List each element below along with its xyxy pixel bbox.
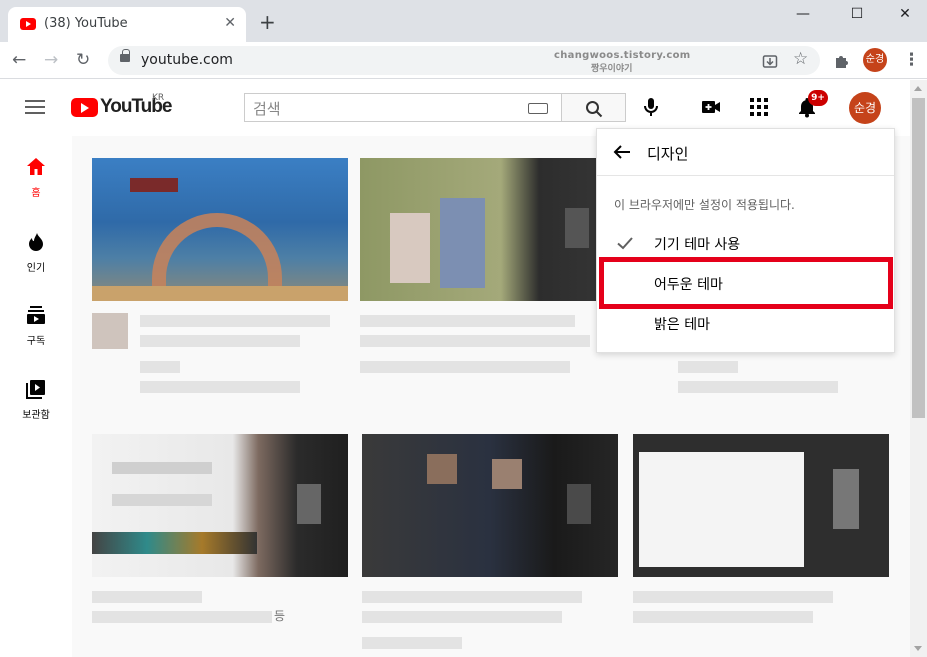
create-video-icon[interactable] bbox=[700, 96, 722, 118]
video-card[interactable]: 등 bbox=[92, 434, 348, 657]
microphone-icon[interactable] bbox=[640, 96, 662, 118]
scrollbar-thumb[interactable] bbox=[912, 98, 925, 418]
search-placeholder: 검색 bbox=[253, 100, 281, 118]
extensions-icon[interactable] bbox=[833, 52, 850, 69]
search-input[interactable]: 검색 bbox=[244, 93, 562, 122]
video-thumbnail[interactable] bbox=[633, 434, 889, 577]
bookmark-star-icon[interactable]: ☆ bbox=[793, 49, 808, 69]
maximize-icon[interactable]: ☐ bbox=[842, 6, 872, 26]
browser-tab[interactable]: (38) YouTube ✕ bbox=[8, 7, 246, 42]
back-arrow-icon[interactable] bbox=[611, 141, 633, 163]
guide-item-subscriptions[interactable]: 구독 bbox=[0, 304, 72, 347]
window-close-icon[interactable]: ✕ bbox=[890, 6, 920, 26]
minimize-icon[interactable]: — bbox=[788, 6, 818, 26]
appearance-menu-header: 디자인 bbox=[597, 129, 894, 176]
logo-region: KR bbox=[152, 93, 165, 103]
home-icon bbox=[27, 158, 45, 175]
appearance-note: 이 브라우저에만 설정이 적용됩니다. bbox=[614, 198, 795, 212]
youtube-favicon-icon bbox=[20, 18, 36, 30]
guide-item-library[interactable]: 보관함 bbox=[0, 378, 72, 421]
search-button[interactable] bbox=[561, 93, 626, 122]
browser-menu-icon[interactable]: ⋮ bbox=[903, 50, 920, 70]
forward-arrow-icon[interactable]: → bbox=[44, 50, 58, 70]
back-arrow-icon[interactable]: ← bbox=[12, 50, 26, 70]
guide-label: 구독 bbox=[26, 336, 46, 347]
new-tab-icon[interactable]: + bbox=[259, 12, 276, 32]
keyboard-icon[interactable] bbox=[528, 103, 548, 114]
tab-title: (38) YouTube bbox=[44, 16, 128, 31]
guide-item-trending[interactable]: 인기 bbox=[0, 231, 72, 274]
theme-option-label: 밝은 테마 bbox=[654, 317, 710, 333]
highlight-box bbox=[599, 257, 893, 309]
video-card[interactable] bbox=[92, 158, 348, 401]
guide-label: 인기 bbox=[26, 263, 46, 274]
guide-item-home[interactable]: 홈 bbox=[0, 156, 72, 199]
guide-sidebar: 홈 인기 구독 보관함 bbox=[0, 136, 72, 657]
theme-option-light[interactable]: 밝은 테마 bbox=[597, 305, 894, 341]
youtube-play-icon bbox=[71, 98, 98, 117]
video-card[interactable] bbox=[360, 158, 616, 401]
browser-tab-bar: (38) YouTube ✕ + — ☐ ✕ bbox=[0, 0, 927, 42]
watermark-name: 짱우이야기 bbox=[591, 64, 633, 74]
appearance-menu: 디자인 이 브라우저에만 설정이 적용됩니다. 기기 테마 사용 어두운 테마 … bbox=[596, 128, 895, 353]
video-thumbnail[interactable] bbox=[360, 158, 616, 301]
guide-label: 보관함 bbox=[22, 410, 50, 421]
theme-option-label: 기기 테마 사용 bbox=[654, 237, 741, 253]
browser-profile-avatar[interactable]: 순경 bbox=[863, 48, 887, 72]
watermark-domain: changwoos.tistory.com bbox=[554, 50, 691, 61]
url-text: youtube.com bbox=[141, 52, 233, 68]
channel-avatar[interactable] bbox=[92, 313, 128, 349]
video-thumbnail[interactable] bbox=[92, 434, 348, 577]
scroll-down-icon[interactable] bbox=[914, 646, 922, 651]
theme-option-device[interactable]: 기기 테마 사용 bbox=[597, 225, 894, 261]
guide-label: 홈 bbox=[31, 188, 41, 199]
video-thumbnail[interactable] bbox=[92, 158, 348, 301]
checkmark-icon bbox=[617, 237, 633, 250]
close-tab-icon[interactable]: ✕ bbox=[224, 15, 236, 31]
fire-icon bbox=[29, 233, 43, 251]
video-thumbnail[interactable] bbox=[362, 434, 618, 577]
video-card[interactable] bbox=[362, 434, 618, 657]
apps-grid-icon[interactable] bbox=[748, 96, 770, 118]
subscriptions-icon bbox=[27, 306, 45, 324]
browser-toolbar: ← → ↻ youtube.com changwoos.tistory.com … bbox=[0, 42, 927, 79]
address-bar[interactable]: youtube.com changwoos.tistory.com 짱우이야기 … bbox=[108, 46, 820, 75]
library-icon bbox=[26, 380, 45, 399]
trailing-text: 등 bbox=[274, 609, 286, 623]
page-scrollbar[interactable] bbox=[910, 80, 927, 657]
search-icon bbox=[586, 101, 603, 118]
appearance-menu-title: 디자인 bbox=[647, 145, 689, 163]
hamburger-menu-icon[interactable] bbox=[25, 100, 45, 114]
notification-badge: 9+ bbox=[808, 90, 828, 106]
video-card[interactable] bbox=[633, 434, 889, 657]
lock-icon bbox=[120, 49, 130, 62]
reload-icon[interactable]: ↻ bbox=[76, 50, 90, 70]
install-app-icon[interactable] bbox=[762, 53, 778, 69]
scroll-up-icon[interactable] bbox=[914, 86, 922, 91]
account-avatar[interactable]: 순경 bbox=[849, 92, 881, 124]
